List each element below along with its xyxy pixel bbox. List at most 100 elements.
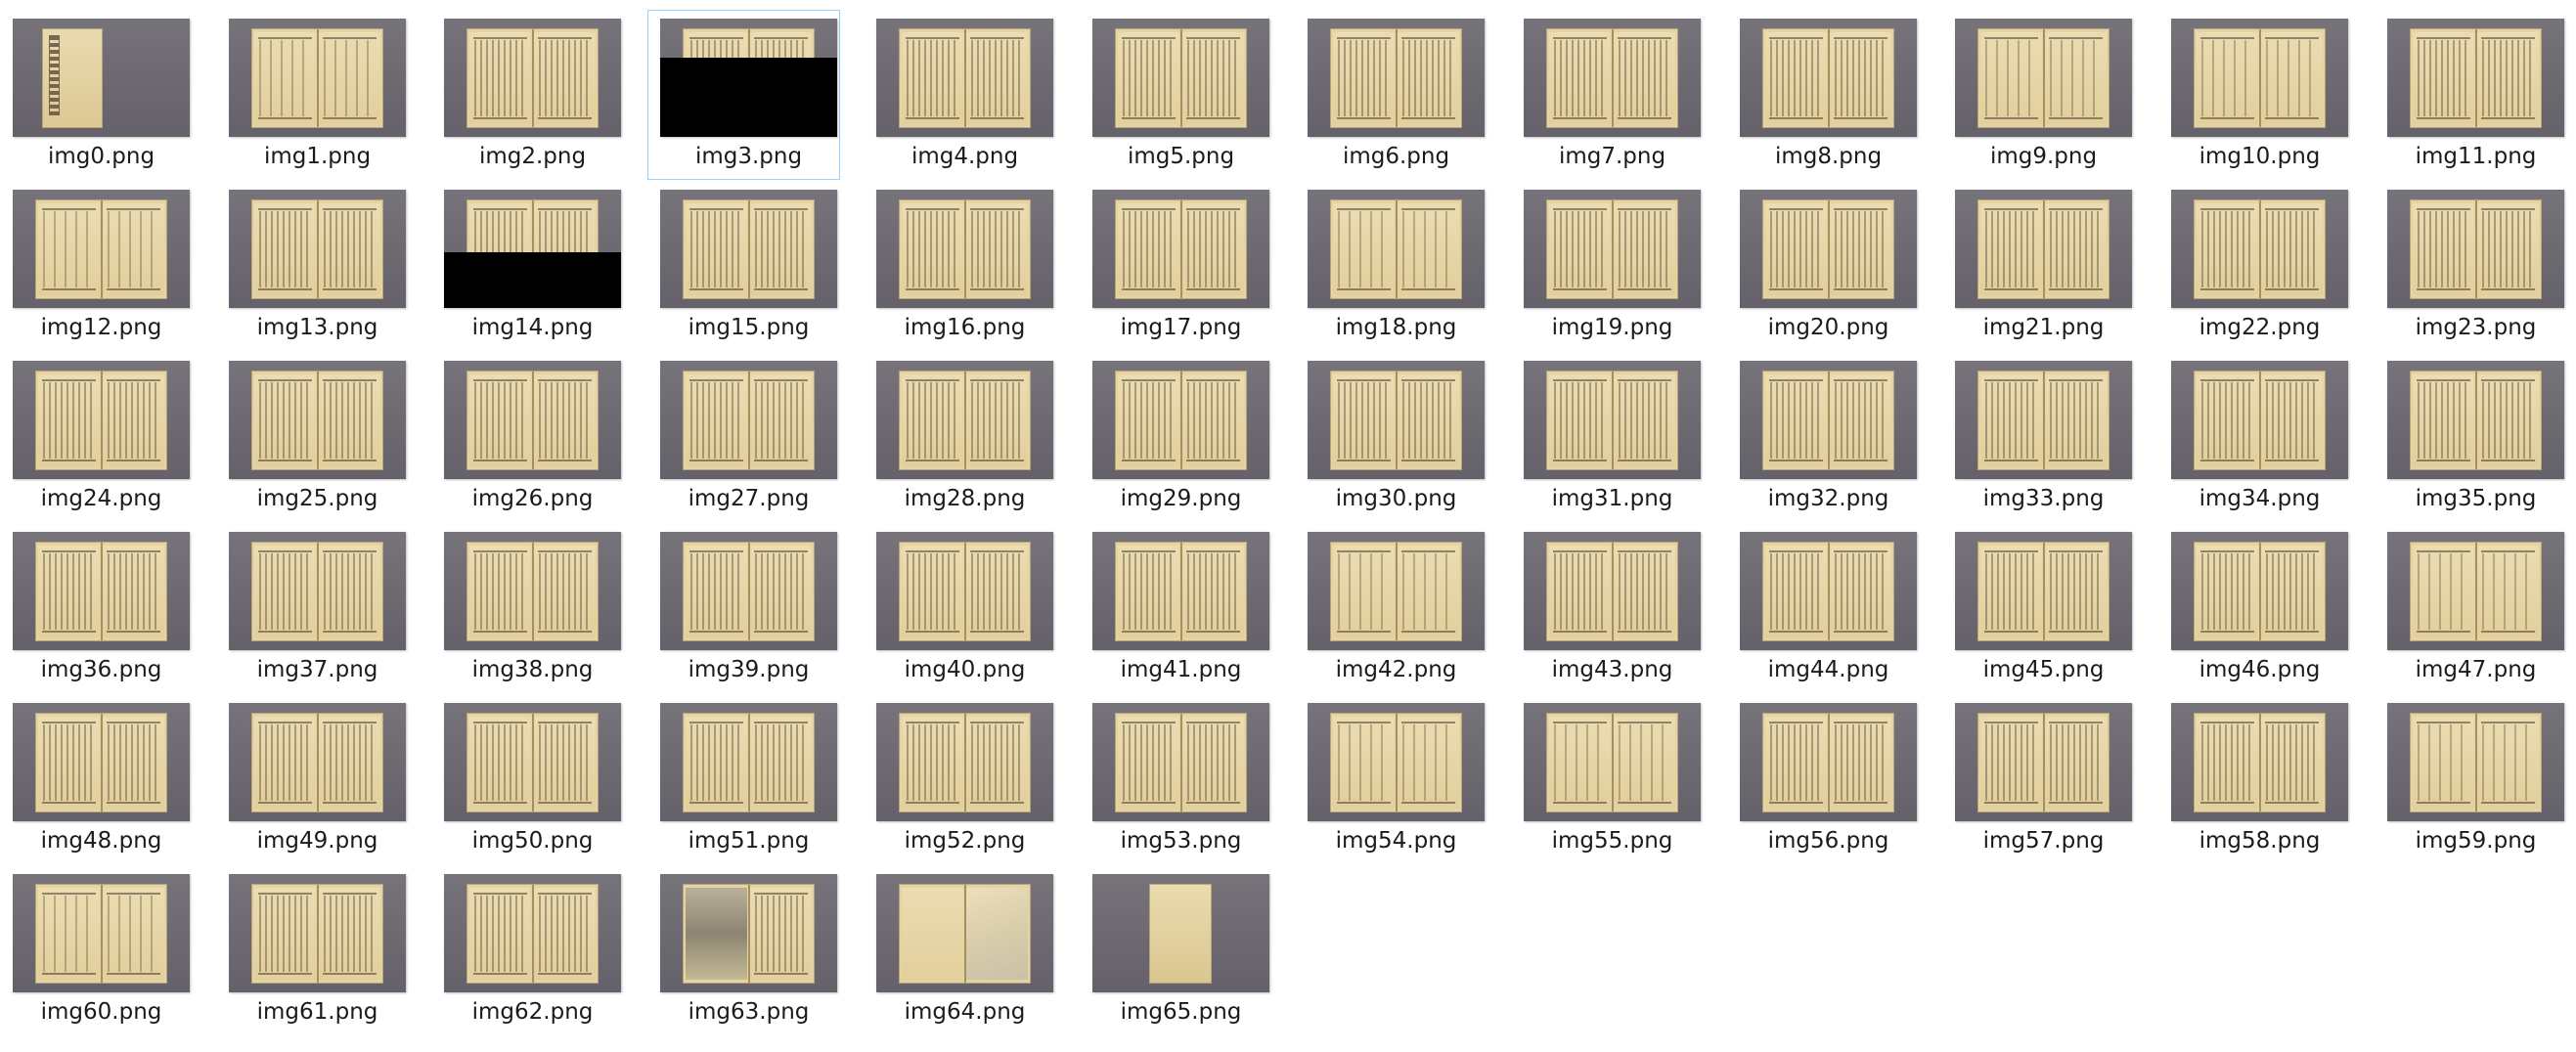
file-item[interactable]: img25.png <box>216 352 409 522</box>
file-name-label: img32.png <box>1767 486 1889 511</box>
file-item[interactable]: img4.png <box>864 10 1056 180</box>
file-item[interactable]: img52.png <box>864 694 1056 864</box>
file-item[interactable]: img60.png <box>0 865 193 1035</box>
file-thumbnail <box>229 19 406 137</box>
book-scan-image <box>899 371 1031 470</box>
file-thumbnail <box>2171 190 2348 308</box>
file-item[interactable]: img9.png <box>1942 10 2135 180</box>
file-item[interactable]: img13.png <box>216 181 409 351</box>
file-item[interactable]: img48.png <box>0 694 193 864</box>
file-item[interactable]: img42.png <box>1295 523 1488 693</box>
file-item[interactable]: img46.png <box>2158 523 2351 693</box>
file-name-label: img53.png <box>1120 828 1242 854</box>
file-thumbnail <box>1092 532 1269 650</box>
file-item[interactable]: img61.png <box>216 865 409 1035</box>
file-item[interactable]: img21.png <box>1942 181 2135 351</box>
file-item[interactable]: img20.png <box>1727 181 1920 351</box>
file-thumbnail <box>1955 361 2132 479</box>
file-thumbnail <box>1308 190 1485 308</box>
file-item[interactable]: img1.png <box>216 10 409 180</box>
file-item[interactable]: img2.png <box>431 10 624 180</box>
file-item[interactable]: img34.png <box>2158 352 2351 522</box>
book-scan-image <box>1330 542 1462 641</box>
file-item[interactable]: img64.png <box>864 865 1056 1035</box>
file-name-label: img39.png <box>688 657 810 682</box>
file-item[interactable]: img41.png <box>1080 523 1272 693</box>
file-item[interactable]: img10.png <box>2158 10 2351 180</box>
book-scan-image <box>466 713 599 812</box>
file-item[interactable]: img36.png <box>0 523 193 693</box>
file-name-label: img61.png <box>256 999 378 1025</box>
file-thumbnail <box>876 19 1053 137</box>
file-thumbnail <box>444 19 621 137</box>
file-item[interactable]: img29.png <box>1080 352 1272 522</box>
file-item[interactable]: img26.png <box>431 352 624 522</box>
book-scan-image <box>1762 713 1894 812</box>
file-name-label: img12.png <box>40 315 162 340</box>
file-thumbnail <box>1308 19 1485 137</box>
file-item[interactable]: img33.png <box>1942 352 2135 522</box>
file-item[interactable]: img6.png <box>1295 10 1488 180</box>
file-item[interactable]: img28.png <box>864 352 1056 522</box>
book-scan-image <box>2194 542 2326 641</box>
file-name-label: img17.png <box>1120 315 1242 340</box>
file-item[interactable]: img43.png <box>1511 523 1704 693</box>
file-item[interactable]: img5.png <box>1080 10 1272 180</box>
file-item[interactable]: img17.png <box>1080 181 1272 351</box>
file-item[interactable]: img47.png <box>2375 523 2567 693</box>
file-thumbnail <box>1524 19 1701 137</box>
file-item[interactable]: img32.png <box>1727 352 1920 522</box>
file-item[interactable]: img39.png <box>647 523 840 693</box>
file-item[interactable]: img11.png <box>2375 10 2567 180</box>
file-item[interactable]: img18.png <box>1295 181 1488 351</box>
file-item[interactable]: img16.png <box>864 181 1056 351</box>
file-item[interactable]: img7.png <box>1511 10 1704 180</box>
file-item[interactable]: img0.png <box>0 10 193 180</box>
book-scan-image <box>35 371 167 470</box>
file-item[interactable]: img62.png <box>431 865 624 1035</box>
file-thumbnail <box>444 703 621 821</box>
file-item[interactable]: img53.png <box>1080 694 1272 864</box>
file-item[interactable]: img44.png <box>1727 523 1920 693</box>
file-item[interactable]: img14.png <box>431 181 624 351</box>
book-scan-image <box>1330 199 1462 299</box>
file-item[interactable]: img31.png <box>1511 352 1704 522</box>
book-scan-image <box>251 28 383 128</box>
file-item[interactable]: img8.png <box>1727 10 1920 180</box>
file-name-label: img14.png <box>471 315 594 340</box>
file-item[interactable]: img58.png <box>2158 694 2351 864</box>
file-item[interactable]: img35.png <box>2375 352 2567 522</box>
file-item[interactable]: img3.png <box>647 10 840 180</box>
file-item[interactable]: img56.png <box>1727 694 1920 864</box>
file-item[interactable]: img51.png <box>647 694 840 864</box>
file-name-label: img64.png <box>904 999 1026 1025</box>
file-item[interactable]: img63.png <box>647 865 840 1035</box>
file-item[interactable]: img23.png <box>2375 181 2567 351</box>
file-item[interactable]: img19.png <box>1511 181 1704 351</box>
file-item[interactable]: img15.png <box>647 181 840 351</box>
file-name-label: img9.png <box>1989 144 2098 169</box>
file-item[interactable]: img38.png <box>431 523 624 693</box>
book-scan-image <box>1115 28 1247 128</box>
file-name-label: img25.png <box>256 486 378 511</box>
file-item[interactable]: img54.png <box>1295 694 1488 864</box>
file-thumbnail <box>1740 19 1917 137</box>
file-item[interactable]: img50.png <box>431 694 624 864</box>
file-item[interactable]: img49.png <box>216 694 409 864</box>
file-item[interactable]: img65.png <box>1080 865 1272 1035</box>
file-item[interactable]: img24.png <box>0 352 193 522</box>
file-item[interactable]: img37.png <box>216 523 409 693</box>
file-item[interactable]: img55.png <box>1511 694 1704 864</box>
file-item[interactable]: img40.png <box>864 523 1056 693</box>
file-item[interactable]: img59.png <box>2375 694 2567 864</box>
file-item[interactable]: img57.png <box>1942 694 2135 864</box>
file-name-label: img49.png <box>256 828 378 854</box>
file-item[interactable]: img12.png <box>0 181 193 351</box>
book-scan-image <box>1977 371 2110 470</box>
file-item[interactable]: img30.png <box>1295 352 1488 522</box>
book-scan-image <box>2194 28 2326 128</box>
file-item[interactable]: img45.png <box>1942 523 2135 693</box>
file-item[interactable]: img22.png <box>2158 181 2351 351</box>
file-thumbnail <box>13 874 190 992</box>
file-item[interactable]: img27.png <box>647 352 840 522</box>
